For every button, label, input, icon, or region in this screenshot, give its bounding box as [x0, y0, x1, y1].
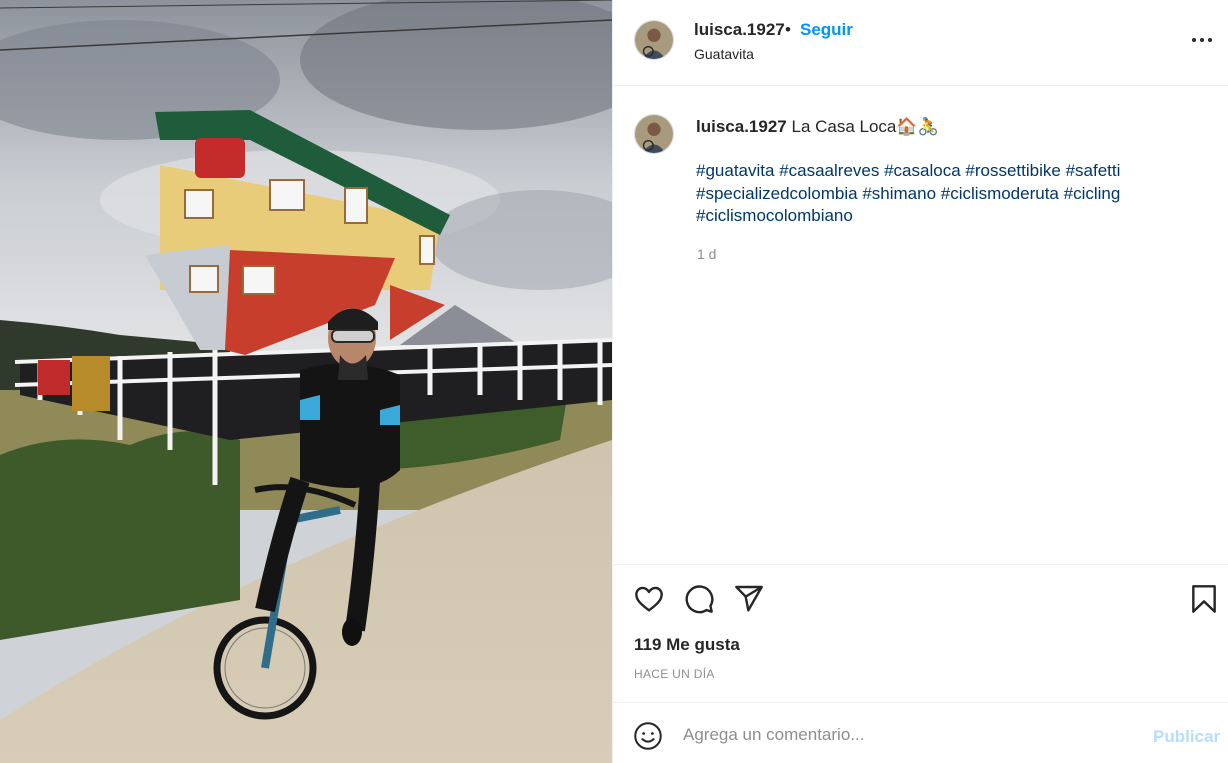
likes-count[interactable]: 119 Me gusta: [634, 635, 740, 655]
separator-dot: •: [785, 20, 791, 39]
more-dot: [1200, 38, 1204, 42]
post-photo[interactable]: [0, 0, 612, 763]
post-details-panel: luisca.1927 • Seguir Guatavita luisca.19…: [612, 0, 1228, 763]
caption-line: luisca.1927 La Casa Loca🏠🚴: [696, 116, 1196, 139]
comment-bar: Publicar: [613, 702, 1228, 763]
post-username[interactable]: luisca.1927: [694, 20, 785, 40]
hashtag-link[interactable]: #safetti: [1066, 161, 1121, 180]
post-header: luisca.1927 • Seguir Guatavita: [613, 0, 1228, 86]
more-options-icon[interactable]: [1188, 28, 1216, 52]
comment-icon[interactable]: [683, 583, 715, 615]
avatar-image: [635, 21, 673, 59]
caption-emojis: 🏠🚴: [896, 117, 939, 136]
hashtag-list: #guatavita #casaalreves #casaloca #rosse…: [696, 160, 1166, 228]
caption-avatar[interactable]: [634, 114, 674, 154]
avatar[interactable]: [634, 20, 674, 60]
caption-text: La Casa Loca: [791, 117, 897, 136]
more-dot: [1192, 38, 1196, 42]
hashtag-link[interactable]: #casaalreves: [779, 161, 879, 180]
post-image: [0, 0, 612, 763]
avatar-image: [635, 115, 673, 153]
post-location[interactable]: Guatavita: [694, 46, 754, 62]
hashtag-link[interactable]: #casaloca: [884, 161, 961, 180]
post-timestamp: HACE UN DÍA: [634, 667, 715, 681]
caption-age[interactable]: 1 d: [697, 246, 716, 262]
emoji-icon[interactable]: [633, 721, 663, 751]
bookmark-icon[interactable]: [1188, 583, 1220, 615]
more-dot: [1208, 38, 1212, 42]
hashtag-link[interactable]: #ciclismocolombiano: [696, 206, 853, 225]
hashtag-link[interactable]: #rossettibike: [965, 161, 1060, 180]
publish-button[interactable]: Publicar: [1153, 727, 1220, 747]
heart-icon[interactable]: [633, 583, 665, 615]
hashtag-link[interactable]: #ciclismoderuta: [941, 184, 1059, 203]
action-bar: 119 Me gusta HACE UN DÍA: [613, 564, 1228, 702]
comment-input[interactable]: [683, 720, 1133, 750]
send-icon[interactable]: [733, 583, 765, 615]
hashtag-link[interactable]: #guatavita: [696, 161, 774, 180]
hashtag-link[interactable]: #cicling: [1064, 184, 1121, 203]
caption-username[interactable]: luisca.1927: [696, 117, 787, 136]
caption-area: luisca.1927 La Casa Loca🏠🚴 #guatavita #c…: [613, 86, 1228, 564]
follow-button[interactable]: Seguir: [800, 20, 853, 40]
hashtag-link[interactable]: #specializedcolombia: [696, 184, 858, 203]
hashtag-link[interactable]: #shimano: [862, 184, 936, 203]
